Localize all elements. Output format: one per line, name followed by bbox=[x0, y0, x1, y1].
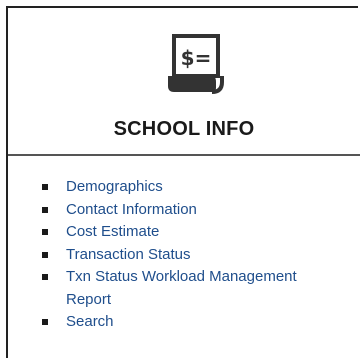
bullet bbox=[42, 229, 48, 235]
panel-title: SCHOOL INFO bbox=[113, 118, 255, 140]
link-cost-estimate[interactable]: Cost Estimate bbox=[66, 223, 159, 240]
list-item: Demographics bbox=[18, 176, 338, 199]
link-search[interactable]: Search bbox=[66, 313, 114, 330]
divider bbox=[8, 154, 360, 156]
link-contact-information[interactable]: Contact Information bbox=[66, 201, 197, 218]
bullet bbox=[42, 184, 48, 190]
school-info-panel: $= SCHOOL INFO Demographics Contact Info… bbox=[6, 6, 360, 358]
receipt-glyph: $= bbox=[181, 46, 212, 70]
link-txn-status-workload-management-report[interactable]: Txn Status Workload Management Report bbox=[66, 268, 297, 308]
list-item: Contact Information bbox=[18, 199, 338, 222]
bullet bbox=[42, 251, 48, 258]
list-item: Search bbox=[18, 311, 338, 334]
list-item: Txn Status Workload Management Report bbox=[18, 266, 338, 311]
list-item: Cost Estimate bbox=[18, 221, 338, 244]
bullet bbox=[42, 319, 48, 325]
bullet bbox=[42, 274, 48, 280]
list-item: Transaction Status bbox=[18, 244, 338, 267]
bullet bbox=[42, 206, 48, 213]
link-demographics[interactable]: Demographics bbox=[66, 178, 163, 195]
receipt-dollar-icon: $= bbox=[166, 32, 228, 96]
school-info-links: Demographics Contact Information Cost Es… bbox=[18, 176, 338, 334]
link-transaction-status[interactable]: Transaction Status bbox=[66, 246, 191, 263]
